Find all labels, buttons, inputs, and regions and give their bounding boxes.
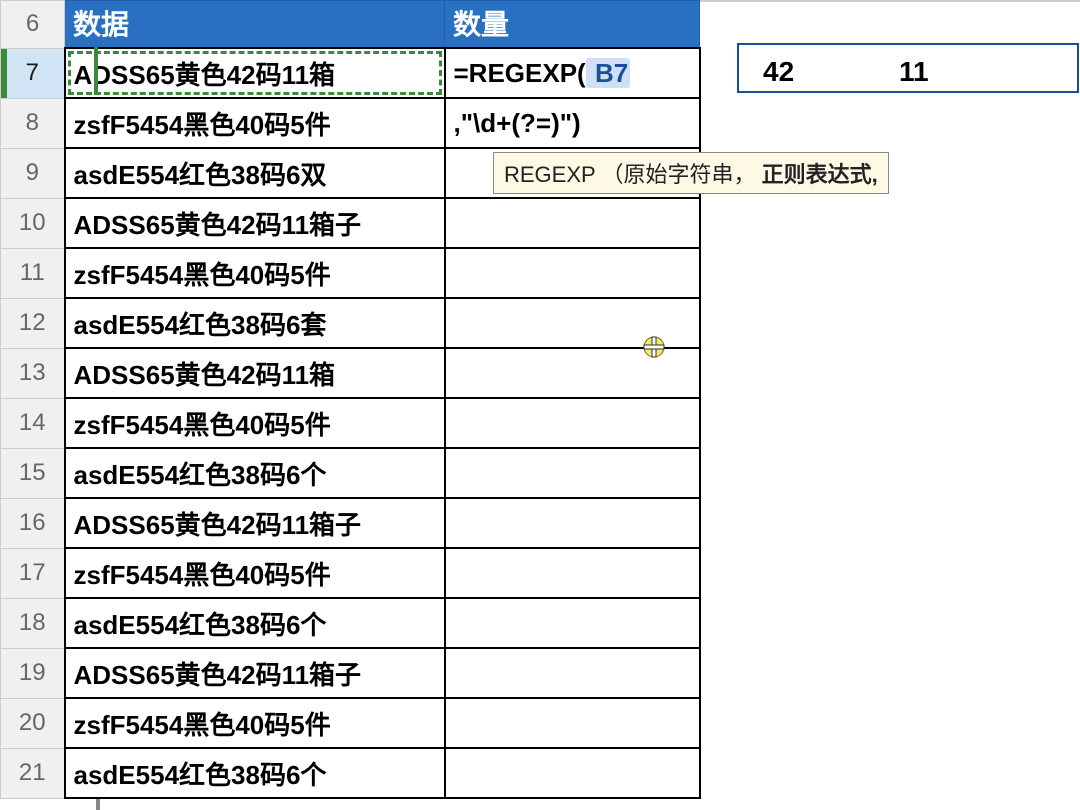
cell-b7[interactable]: ADSS65黄色42码11箱 [65, 48, 445, 98]
cell[interactable] [445, 648, 700, 698]
cell[interactable]: zsfF5454黑色40码5件 [65, 248, 445, 298]
cell[interactable]: asdE554红色38码6双 [65, 148, 445, 198]
row-header[interactable]: 12 [1, 298, 65, 348]
cell[interactable] [445, 448, 700, 498]
cell[interactable]: asdE554红色38码6个 [65, 448, 445, 498]
cell[interactable] [445, 548, 700, 598]
spreadsheet-grid[interactable]: 6 数据 数量 7 ADSS65黄色42码11箱 =REGEXP( B7 8 z… [0, 0, 701, 799]
cell[interactable]: ADSS65黄色42码11箱子 [65, 648, 445, 698]
cell[interactable] [445, 248, 700, 298]
cell[interactable] [445, 348, 700, 398]
cell[interactable]: zsfF5454黑色40码5件 [65, 548, 445, 598]
cell[interactable]: ADSS65黄色42码11箱子 [65, 498, 445, 548]
cell[interactable] [445, 748, 700, 798]
cell[interactable]: zsfF5454黑色40码5件 [65, 98, 445, 148]
tooltip-fn: REGEXP [504, 162, 595, 187]
row-header[interactable]: 11 [1, 248, 65, 298]
row-header[interactable]: 18 [1, 598, 65, 648]
cell[interactable]: ADSS65黄色42码11箱子 [65, 198, 445, 248]
cell[interactable]: asdE554红色38码6套 [65, 298, 445, 348]
cell[interactable] [445, 198, 700, 248]
cell[interactable]: zsfF5454黑色40码5件 [65, 698, 445, 748]
cell[interactable] [445, 698, 700, 748]
cell-c7-formula[interactable]: =REGEXP( B7 [445, 48, 700, 98]
row-header[interactable]: 10 [1, 198, 65, 248]
formula-text: =REGEXP( [454, 58, 586, 88]
cell[interactable]: asdE554红色38码6个 [65, 748, 445, 798]
row-header[interactable]: 6 [1, 1, 65, 49]
row-header[interactable]: 17 [1, 548, 65, 598]
row-header[interactable]: 16 [1, 498, 65, 548]
col-header-qty[interactable]: 数量 [445, 1, 700, 49]
cell[interactable]: zsfF5454黑色40码5件 [65, 398, 445, 448]
row-header[interactable]: 9 [1, 148, 65, 198]
row-header[interactable]: 14 [1, 398, 65, 448]
cell[interactable] [445, 598, 700, 648]
tooltip-args: （原始字符串， [601, 162, 755, 187]
cell[interactable] [445, 398, 700, 448]
row-header[interactable]: 20 [1, 698, 65, 748]
row-header[interactable]: 7 [1, 48, 65, 98]
cell[interactable] [445, 298, 700, 348]
cell[interactable] [445, 498, 700, 548]
tooltip-current-arg: 正则表达式, [762, 162, 878, 187]
cell-c8-formula[interactable]: ,"\d+(?=)") [445, 98, 700, 148]
formula-tooltip: REGEXP （原始字符串， 正则表达式, [493, 152, 889, 194]
cell[interactable]: ADSS65黄色42码11箱 [65, 348, 445, 398]
row-header[interactable]: 15 [1, 448, 65, 498]
formula-text: ,"\d+(?=)") [454, 108, 581, 138]
cell-e7-value[interactable]: 11 [899, 56, 929, 88]
row-header[interactable]: 21 [1, 748, 65, 798]
col-header-data[interactable]: 数据 [65, 1, 445, 49]
formula-ref: B7 [586, 58, 630, 88]
cell-d7-value[interactable]: 42 [763, 56, 794, 88]
row-header[interactable]: 8 [1, 98, 65, 148]
row-header[interactable]: 13 [1, 348, 65, 398]
row-header[interactable]: 19 [1, 648, 65, 698]
cell[interactable]: asdE554红色38码6个 [65, 598, 445, 648]
active-row-marker [94, 47, 98, 95]
